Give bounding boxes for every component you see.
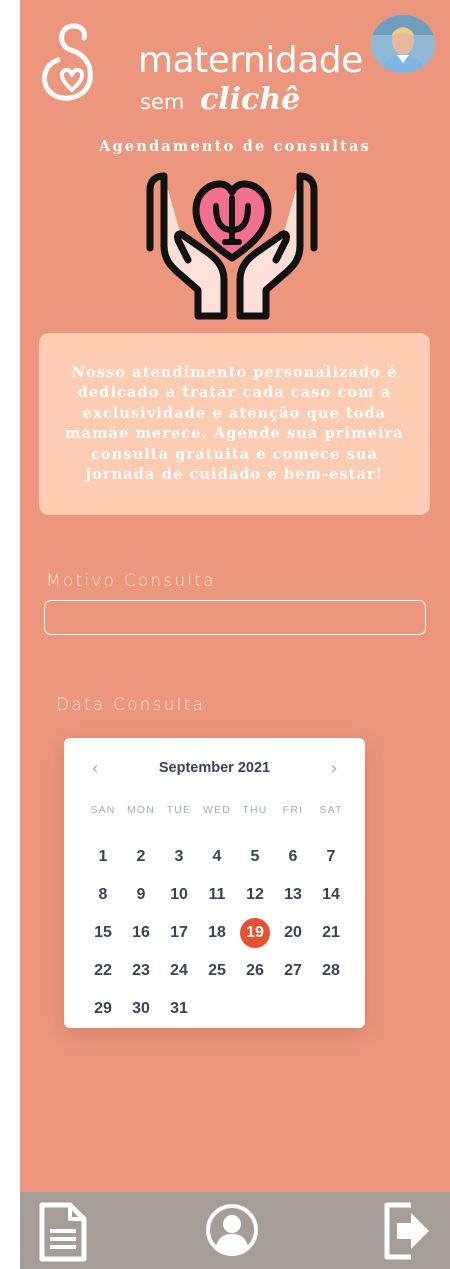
calendar-day-number: 31 [170, 1000, 188, 1017]
calendar-day-number: 7 [326, 848, 336, 865]
calendar-day-selected[interactable]: 19 [236, 914, 274, 952]
calendar-day[interactable]: 11 [198, 876, 236, 914]
weekday-label: FRI [282, 804, 304, 816]
calendar-day[interactable]: 23 [122, 952, 160, 990]
exit-icon [384, 1202, 429, 1260]
date-picker-calendar: ‹ September 2021 › SAN MON TUE WED THU F… [64, 738, 365, 1028]
hands-heart-psi-icon [146, 172, 318, 320]
calendar-day[interactable]: 21 [312, 914, 350, 952]
calendar-day-number: 19 [240, 918, 270, 948]
calendar-day[interactable]: 25 [198, 952, 236, 990]
calendar-day-number: 4 [212, 848, 222, 865]
brand-name-cliche: clichê [200, 82, 301, 117]
info-text: Nosso atendimento personalizado é dedica… [65, 363, 404, 484]
weekday-header: SAN MON TUE WED THU FRI SAT [84, 804, 350, 816]
calendar-day[interactable]: 22 [84, 952, 122, 990]
calendar-day[interactable]: 28 [312, 952, 350, 990]
calendar-day-number: 14 [322, 886, 340, 903]
calendar-day-number: 26 [246, 962, 264, 979]
calendar-day-number: 5 [250, 848, 260, 865]
calendar-day[interactable]: 27 [274, 952, 312, 990]
calendar-day-number: 9 [136, 886, 146, 903]
next-month-button[interactable]: › [322, 758, 346, 782]
calendar-day[interactable]: 20 [274, 914, 312, 952]
weekday-label: SAN [90, 804, 116, 816]
calendar-day[interactable]: 13 [274, 876, 312, 914]
calendar-day-number: 3 [174, 848, 184, 865]
calendar-day-number: 17 [170, 924, 188, 941]
calendar-day-number: 13 [284, 886, 302, 903]
calendar-day[interactable]: 8 [84, 876, 122, 914]
profile-button[interactable] [205, 1203, 259, 1257]
user-avatar[interactable] [371, 15, 435, 73]
bottom-nav [20, 1192, 450, 1269]
calendar-day-number: 28 [322, 962, 340, 979]
calendar-day-number: 21 [322, 924, 340, 941]
calendar-day-number: 10 [170, 886, 188, 903]
calendar-day[interactable]: 7 [312, 838, 350, 876]
calendar-day[interactable]: 31 [160, 990, 198, 1028]
calendar-day[interactable]: 16 [122, 914, 160, 952]
calendar-day-number: 22 [94, 962, 112, 979]
avatar-photo [371, 15, 435, 73]
motivo-label: Motivo Consulta [46, 571, 216, 591]
calendar-day-number: 23 [132, 962, 150, 979]
calendar-day-number: 1 [98, 848, 108, 865]
calendar-day[interactable]: 17 [160, 914, 198, 952]
calendar-day[interactable]: 2 [122, 838, 160, 876]
maternity-logo-icon [41, 23, 93, 101]
calendar-day[interactable]: 26 [236, 952, 274, 990]
calendar-day[interactable]: 18 [198, 914, 236, 952]
calendar-day[interactable]: 9 [122, 876, 160, 914]
motivo-input[interactable] [44, 600, 426, 635]
calendar-day-number: 8 [98, 886, 108, 903]
calendar-day[interactable]: 3 [160, 838, 198, 876]
calendar-day[interactable]: 29 [84, 990, 122, 1028]
calendar-day[interactable]: 6 [274, 838, 312, 876]
calendar-day[interactable]: 5 [236, 838, 274, 876]
calendar-day-number: 11 [208, 886, 226, 903]
calendar-day[interactable]: 15 [84, 914, 122, 952]
info-card: Nosso atendimento personalizado é dedica… [39, 333, 430, 515]
calendar-day[interactable]: 10 [160, 876, 198, 914]
calendar-month-title: September 2021 [158, 760, 271, 776]
calendar-day-number: 16 [132, 924, 150, 941]
documents-button[interactable] [38, 1201, 88, 1263]
brand-name-sem: sem [140, 90, 185, 114]
logout-button[interactable] [381, 1201, 433, 1261]
calendar-day[interactable]: 4 [198, 838, 236, 876]
calendar-day-number: 18 [208, 924, 226, 941]
calendar-day-number: 12 [246, 886, 264, 903]
calendar-day[interactable]: 24 [160, 952, 198, 990]
calendar-day-number: 24 [170, 962, 188, 979]
brand-name-line1: maternidade [138, 40, 363, 81]
calendar-day[interactable]: 14 [312, 876, 350, 914]
app-screen: maternidade sem clichê Agendamento de co… [20, 0, 450, 1269]
calendar-days-grid: 1 2 3 4 5 6 7 8 9 10 11 12 13 14 15 16 17 18 19 20 21 22 23 24 2… [84, 838, 350, 1028]
calendar-day-number: 29 [94, 1000, 112, 1017]
calendar-day-number: 30 [132, 1000, 150, 1017]
weekday-label: TUE [166, 804, 192, 816]
weekday-label: MON [126, 804, 156, 816]
user-icon [206, 1204, 258, 1256]
weekday-label: THU [242, 804, 268, 816]
calendar-day-number: 20 [284, 924, 302, 941]
weekday-label: SAT [319, 804, 343, 816]
weekday-label: WED [202, 804, 232, 816]
calendar-day-number: 6 [288, 848, 298, 865]
calendar-day[interactable]: 30 [122, 990, 160, 1028]
brand-logo[interactable]: maternidade sem clichê [38, 20, 363, 117]
calendar-day[interactable]: 12 [236, 876, 274, 914]
data-label: Data Consulta [56, 695, 206, 715]
document-icon [39, 1202, 87, 1262]
calendar-day-number: 27 [284, 962, 302, 979]
calendar-day[interactable]: 1 [84, 838, 122, 876]
calendar-day-number: 25 [208, 962, 226, 979]
calendar-day-number: 2 [136, 848, 146, 865]
calendar-day-number: 15 [94, 924, 112, 941]
page-title: Agendamento de consultas [99, 138, 371, 155]
